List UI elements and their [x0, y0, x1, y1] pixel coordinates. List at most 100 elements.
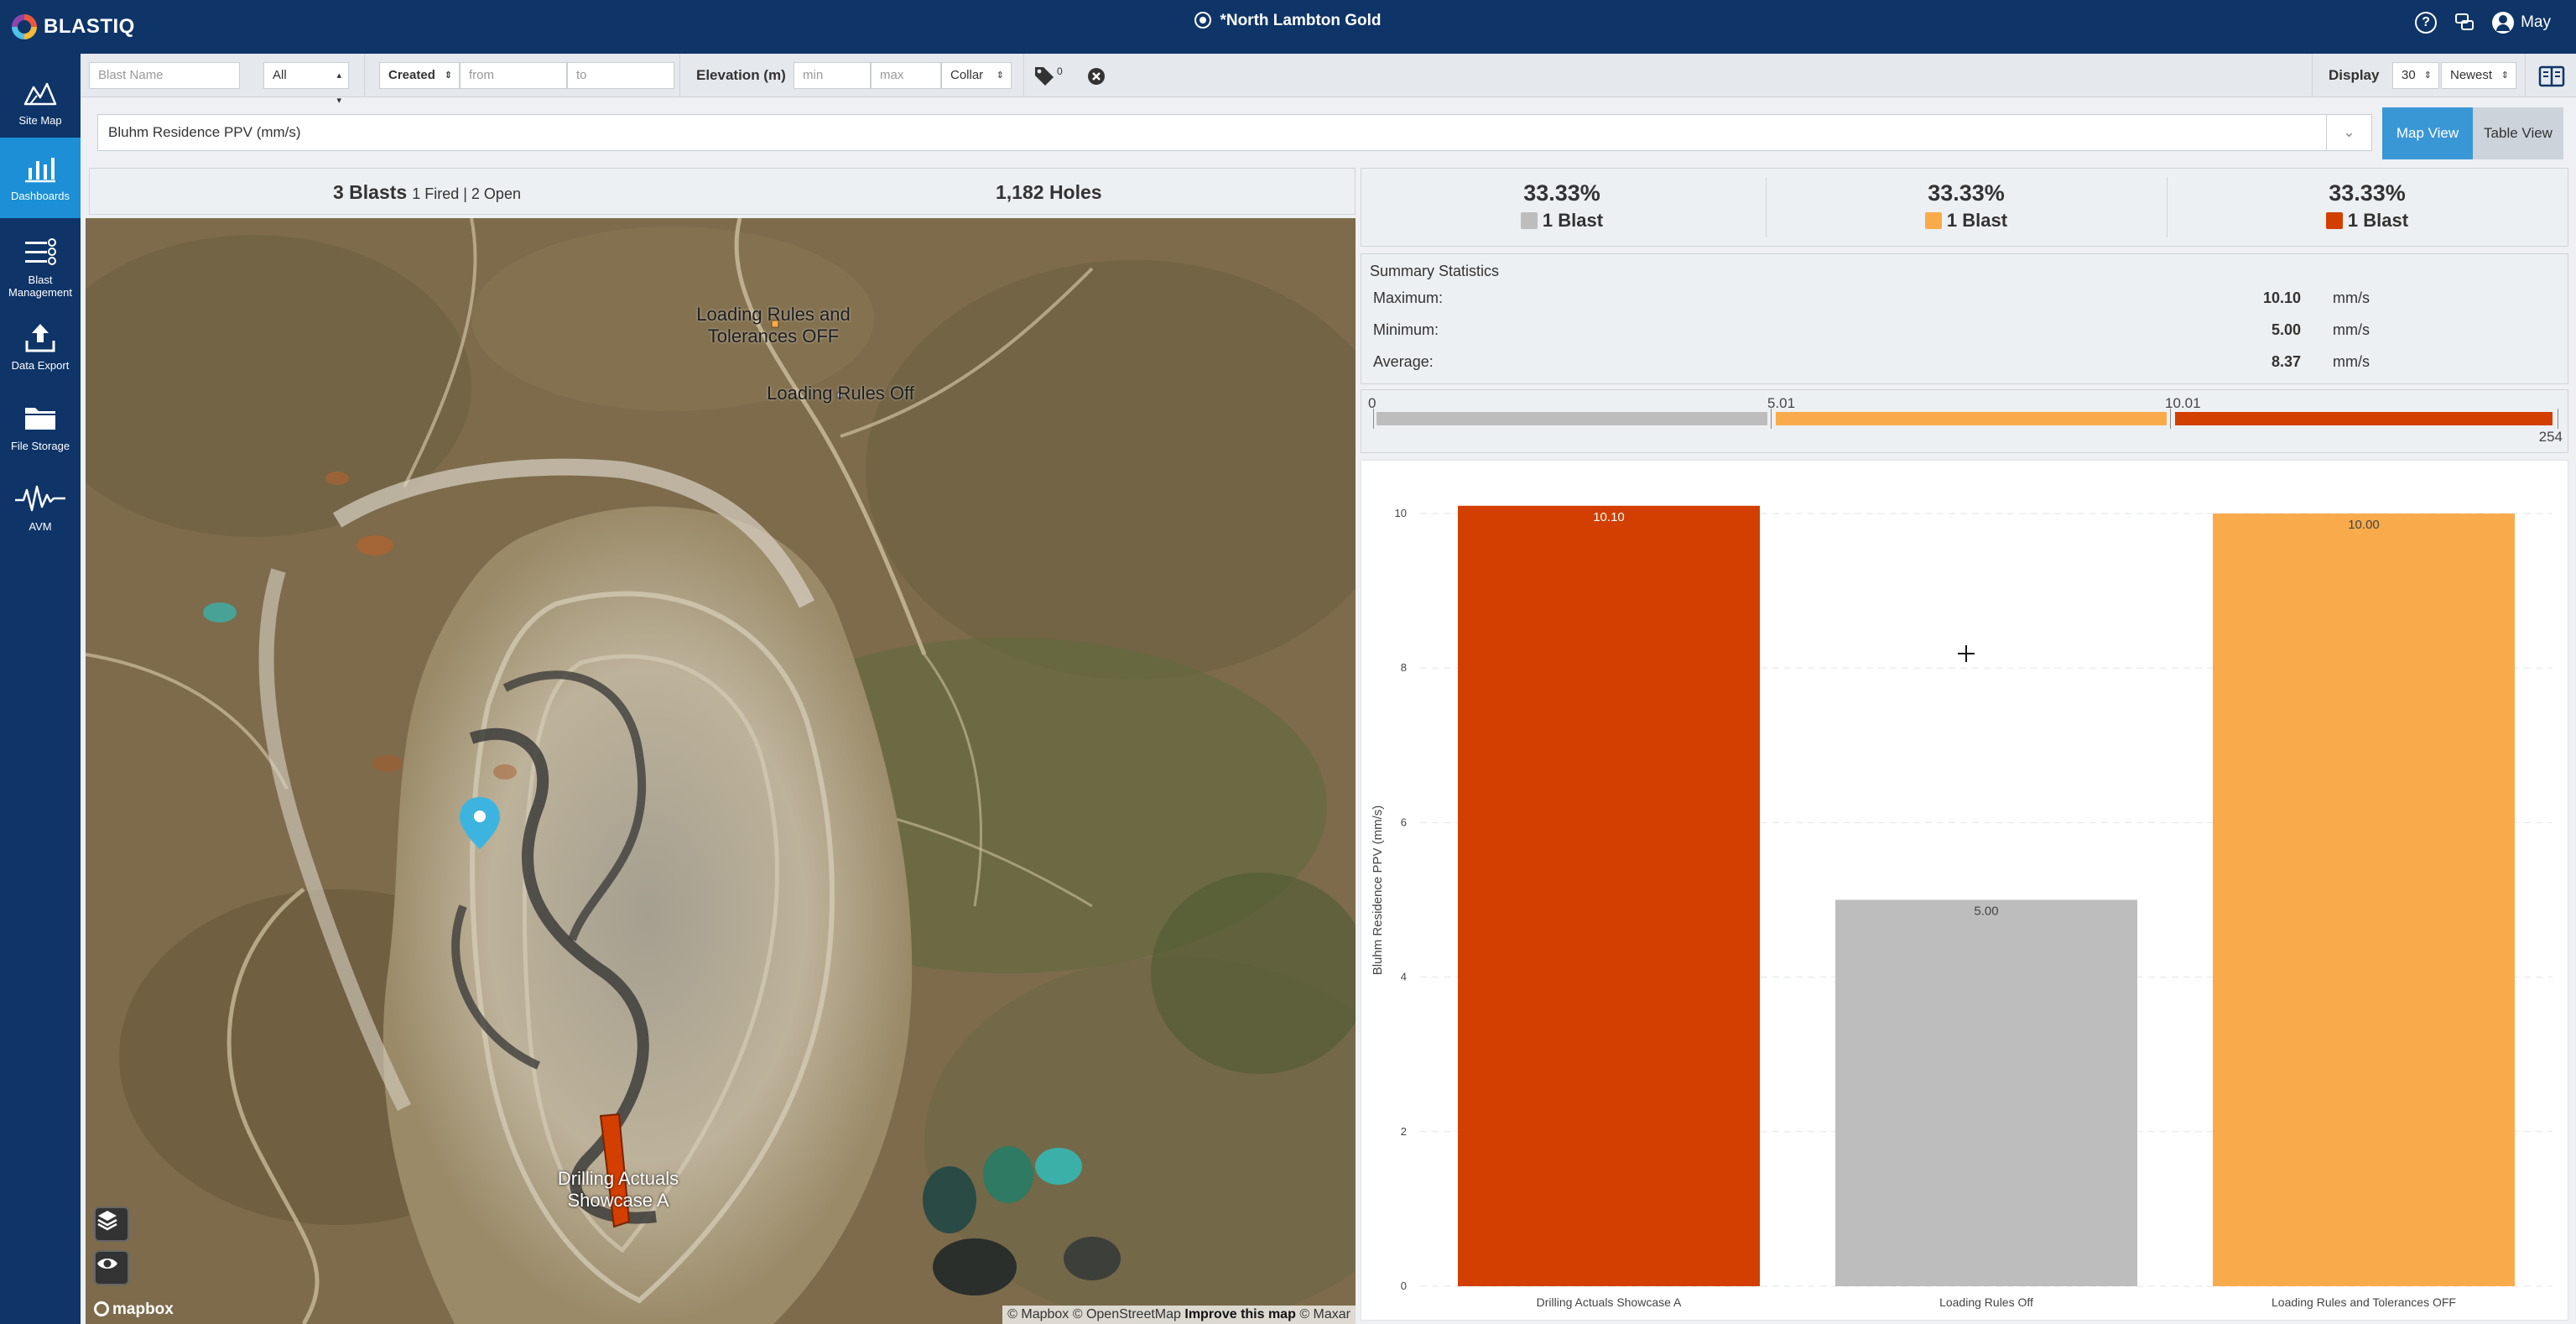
- layers-icon: [97, 1211, 117, 1231]
- blast-summary-header: 3 Blasts 1 Fired | 2 Open 1,182 Holes: [89, 168, 1356, 215]
- crosshair-cursor-icon: [1958, 645, 1975, 662]
- layers-button[interactable]: [94, 1207, 129, 1242]
- site-selector[interactable]: *North Lambton Gold: [0, 12, 2576, 30]
- bar-value-label: 10.10: [1593, 510, 1625, 524]
- select-arrows-icon: ⇕: [996, 70, 1004, 81]
- mapbox-logo[interactable]: mapbox: [94, 1301, 174, 1319]
- y-axis-label: Bluhm Residence PPV (mm/s): [1371, 805, 1385, 976]
- bar-chart[interactable]: 0 2 4 6 8 10 Bluhm Residence PPV (mm/s) 10.10 Dr…: [1361, 461, 2569, 1321]
- map-label-drilling: Drilling Actuals Showcase A: [530, 1168, 706, 1212]
- stat-value-max: 10.10: [2262, 289, 2301, 306]
- color-swatch: [1520, 212, 1538, 229]
- elevation-ref-select[interactable]: Collar ⇕: [941, 62, 1012, 89]
- feedback-icon[interactable]: [2454, 12, 2475, 34]
- sidebar-item-label: File Storage: [10, 440, 70, 452]
- stat-value-avg: 8.37: [2271, 353, 2301, 370]
- summary-statistics-title: Summary Statistics: [1370, 263, 1500, 279]
- range-tick: [1373, 409, 1374, 429]
- range-legend-panel: 0 5.01 10.01 254: [1361, 389, 2568, 453]
- page-size-select[interactable]: 30 ⇕: [2392, 62, 2439, 89]
- improve-map-link[interactable]: Improve this map: [1184, 1307, 1295, 1321]
- pct-value: 33.33%: [1928, 180, 2005, 206]
- sidebar-item-label: AVM: [29, 520, 52, 533]
- tag-icon: [1035, 67, 1054, 86]
- chevron-down-icon[interactable]: ⌄: [2326, 115, 2371, 150]
- user-menu[interactable]: May: [2492, 12, 2551, 34]
- y-tick-label: 4: [1401, 971, 1407, 983]
- sort-select[interactable]: Newest ⇕: [2441, 62, 2516, 89]
- attribution-maxar[interactable]: © Maxar: [1299, 1307, 1350, 1321]
- range-segment-red: [2175, 412, 2553, 425]
- elevation-max-input[interactable]: max: [871, 62, 941, 89]
- pct-value: 33.33%: [2329, 180, 2406, 206]
- list-settings-icon: [25, 238, 56, 265]
- top-bar: BLASTIQ *North Lambton Gold ? May: [0, 0, 2576, 54]
- pct-label: 1 Blast: [2347, 210, 2409, 231]
- blast-count-value: 3 Blasts: [333, 181, 408, 203]
- elevation-min-input[interactable]: min: [794, 62, 871, 89]
- range-break-0: 0: [1368, 395, 1376, 411]
- pct-cell-gray: 33.33% 1 Blast: [1361, 169, 1762, 246]
- divider: [2525, 54, 2526, 97]
- y-tick-label: 0: [1401, 1280, 1407, 1292]
- bar-2[interactable]: [1835, 899, 2137, 1286]
- page-size-value: 30: [2402, 68, 2416, 82]
- map-attribution: © Mapbox © OpenStreetMap Improve this ma…: [1002, 1306, 1356, 1324]
- y-tick-label: 2: [1401, 1125, 1407, 1138]
- clear-filters-icon[interactable]: [1087, 67, 1106, 86]
- map-view-button[interactable]: Map View: [2382, 107, 2473, 159]
- metric-select[interactable]: Bluhm Residence PPV (mm/s) ⌄: [97, 114, 2372, 151]
- sidebar-item-data-export[interactable]: Data Export: [0, 310, 81, 383]
- book-panel-icon[interactable]: [2538, 65, 2565, 87]
- filter-bar: Blast Name All ▴ ▾ Created ⇕ from to Elev…: [81, 54, 2576, 106]
- map-label-loading-off: Loading Rules Off: [767, 383, 914, 404]
- blast-count: 3 Blasts 1 Fired | 2 Open: [333, 181, 521, 204]
- metric-select-value: Bluhm Residence PPV (mm/s): [108, 124, 301, 140]
- tag-count: 0: [1057, 65, 1063, 77]
- sidebar: Site Map Dashboards Blast Management Dat…: [0, 54, 81, 1324]
- date-to-input[interactable]: to: [567, 62, 674, 89]
- waveform-icon: [15, 485, 65, 512]
- select-arrows-icon: ⇕: [444, 70, 452, 81]
- pct-cell-red: 33.33% 1 Blast: [2167, 169, 2568, 246]
- divider: [1023, 54, 1024, 97]
- stat-unit: mm/s: [2333, 289, 2370, 306]
- sidebar-item-site-map[interactable]: Site Map: [0, 67, 81, 133]
- x-tick-label: Loading Rules Off: [1939, 1295, 2033, 1309]
- select-arrows-icon: ⇕: [2423, 70, 2432, 81]
- blast-name-input[interactable]: Blast Name: [89, 62, 240, 89]
- sidebar-item-label: Data Export: [11, 359, 70, 372]
- stat-value-min: 5.00: [2271, 321, 2301, 338]
- y-tick-label: 6: [1401, 816, 1407, 828]
- date-type-select[interactable]: Created ⇕: [379, 62, 460, 89]
- elevation-ref-value: Collar: [950, 68, 984, 82]
- attribution-osm[interactable]: © Mapbox © OpenStreetMap: [1007, 1307, 1181, 1321]
- help-icon[interactable]: ?: [2415, 12, 2438, 34]
- divider: [2312, 54, 2313, 97]
- bar-chart-panel: 0 2 4 6 8 10 Bluhm Residence PPV (mm/s) 10.10 Dr…: [1361, 460, 2568, 1321]
- stat-unit: mm/s: [2333, 321, 2370, 338]
- sidebar-item-avm[interactable]: AVM: [0, 472, 81, 544]
- stat-label-min: Minimum:: [1373, 321, 1439, 338]
- sort-value: Newest: [2450, 68, 2493, 82]
- bar-1[interactable]: [1458, 505, 1760, 1286]
- map-label-line: Loading Rules and: [696, 304, 851, 325]
- sidebar-item-blast-management[interactable]: Blast Management: [0, 227, 81, 307]
- satellite-map[interactable]: Loading Rules and Tolerances OFF Loading…: [86, 218, 1356, 1324]
- tag-filter-button[interactable]: 0: [1033, 65, 1063, 86]
- bar-3[interactable]: [2213, 513, 2515, 1286]
- status-select-value: All: [273, 68, 287, 82]
- sidebar-item-file-storage[interactable]: File Storage: [0, 391, 81, 463]
- user-name: May: [2521, 13, 2551, 31]
- hole-count: 1,182 Holes: [996, 181, 1102, 203]
- stat-label-avg: Average:: [1373, 353, 1434, 370]
- date-from-input[interactable]: from: [460, 62, 567, 89]
- map-label-line: Showcase A: [567, 1190, 669, 1211]
- table-view-button[interactable]: Table View: [2473, 107, 2563, 159]
- visibility-button[interactable]: [94, 1250, 129, 1285]
- dashboard-chart-icon: [25, 158, 55, 183]
- status-select[interactable]: All ▴ ▾: [263, 62, 349, 106]
- sidebar-item-dashboards[interactable]: Dashboards: [0, 138, 81, 218]
- date-type-value: Created: [388, 68, 435, 82]
- range-segment-gray: [1376, 412, 1767, 425]
